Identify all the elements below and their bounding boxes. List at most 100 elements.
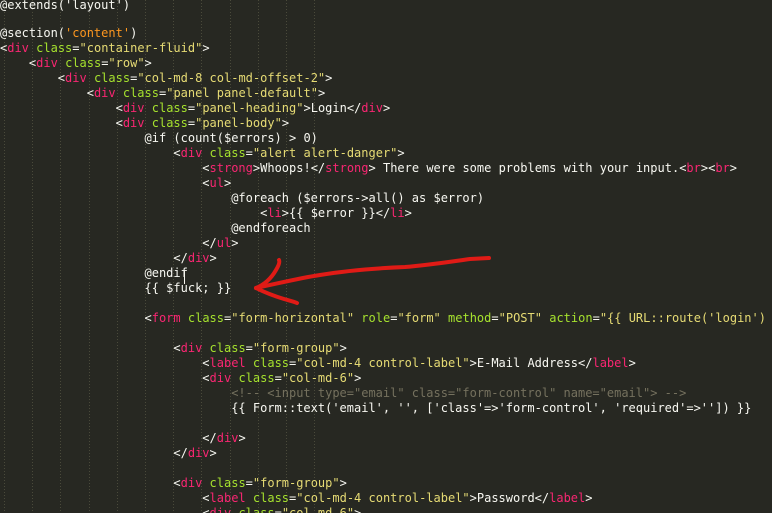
token-plain: {{ $fuck; }} [144,281,232,295]
code-line[interactable]: @section('content') [0,26,772,41]
token-plain: </ [173,446,188,460]
code-line[interactable]: <div class="alert alert-danger"> [0,146,772,161]
code-line[interactable]: <div class="row"> [0,56,772,71]
token-string: "row" [108,56,145,70]
token-attribute: class [238,506,275,513]
token-attribute: action [549,311,593,325]
code-line[interactable]: <div class="panel panel-default"> [0,86,772,101]
token-comment: <!-- <input type="email" class="form-con… [231,386,687,400]
token-plain: @section( [0,26,66,40]
code-line[interactable]: <div class="col-md-8 col-md-offset-2"> [0,71,772,86]
code-editor-window[interactable]: @extends('layout') @section('content') <d… [0,0,772,513]
code-line[interactable]: {{ $fuck; }} [0,281,772,296]
token-tag: label [209,356,246,370]
token-plain: < [202,176,210,190]
code-line[interactable] [0,461,772,476]
code-line[interactable]: <strong>Whoops!</strong> There were some… [0,161,772,176]
token-tag: br [715,161,730,175]
token-tag: div [93,86,116,100]
token-attribute: role [361,311,391,325]
token-tag: div [65,71,87,85]
token-tag: li [267,206,282,220]
token-plain: = [72,41,80,55]
token-plain: </ [310,161,326,175]
code-line[interactable]: {{ Form::text('email', '', ['class'=>'fo… [0,401,772,416]
token-plain: > [303,101,311,115]
token-attribute: class [151,101,188,115]
token-plain: = [245,146,253,160]
code-line[interactable]: <div class="col-md-6"> [0,506,772,513]
token-plain: @endif [144,266,188,280]
token-plain: @endforeach [231,221,311,235]
code-line[interactable]: </div> [0,446,772,461]
token-tag: label [549,491,586,505]
token-string: "form-group" [252,476,340,490]
token-plain: </ [173,251,188,265]
code-line[interactable]: @foreach ($errors->all() as $error) [0,191,772,206]
token-attribute: class [122,86,159,100]
token-plain: < [202,356,210,370]
token-tag: li [390,206,405,220]
token-tag: strong [325,161,369,175]
code-line[interactable] [0,416,772,431]
code-line[interactable]: <div class="panel-heading">Login</div> [0,101,772,116]
code-line[interactable]: <label class="col-md-4 control-label">Pa… [0,491,772,506]
token-attribute: class [187,311,224,325]
code-line[interactable]: <ul> [0,176,772,191]
code-line[interactable]: @endif [0,266,772,281]
token-plain: @foreach ($errors->all() as $error) [231,191,485,205]
code-line[interactable]: </ul> [0,236,772,251]
token-tag: div [209,506,232,513]
code-line[interactable]: <label class="col-md-4 control-label">E-… [0,356,772,371]
code-line[interactable]: @endforeach [0,221,772,236]
token-plain: @extends('layout') [0,0,131,12]
code-line[interactable]: @if (count($errors) > 0) [0,131,772,146]
token-plain: < [57,71,66,85]
code-line[interactable] [0,326,772,341]
code-line[interactable]: <div class="form-group"> [0,476,772,491]
code-line[interactable]: <form class = "form-horizontal" role = "form… [0,311,772,326]
token-plain: ) [130,26,138,40]
token-tag: label [209,491,246,505]
code-line[interactable]: @extends('layout') [0,0,772,12]
token-plain: = [274,371,282,385]
token-tag: div [122,116,145,130]
code-line[interactable]: <div class="container-fluid"> [0,41,772,56]
token-plain: </ [578,356,593,370]
code-line[interactable]: </div> [0,431,772,446]
token-plain: E-Mail Address [476,356,579,370]
code-line[interactable]: <!-- <input type="email" class="form-con… [0,386,772,401]
code-line[interactable]: <div class="form-group"> [0,341,772,356]
code-line[interactable] [0,11,772,26]
token-plain: > [585,491,593,505]
token-plain: > [354,371,362,385]
code-line[interactable]: <div class="panel-body"> [0,116,772,131]
code-line[interactable] [0,296,772,311]
code-viewport[interactable]: @extends('layout') @section('content') <d… [0,0,772,513]
token-plain: > [281,116,290,130]
code-line[interactable]: </div> [0,251,772,266]
token-tag: div [7,41,29,55]
token-plain: < [173,341,181,355]
token-tag: div [187,251,210,265]
token-plain: Whoops! [260,161,311,175]
token-plain: < [202,491,210,505]
code-line[interactable]: <li>{{ $error }}</li> [0,206,772,221]
token-tag: div [180,146,203,160]
token-plain: > [354,506,362,513]
code-line[interactable]: <div class="col-md-6"> [0,371,772,386]
